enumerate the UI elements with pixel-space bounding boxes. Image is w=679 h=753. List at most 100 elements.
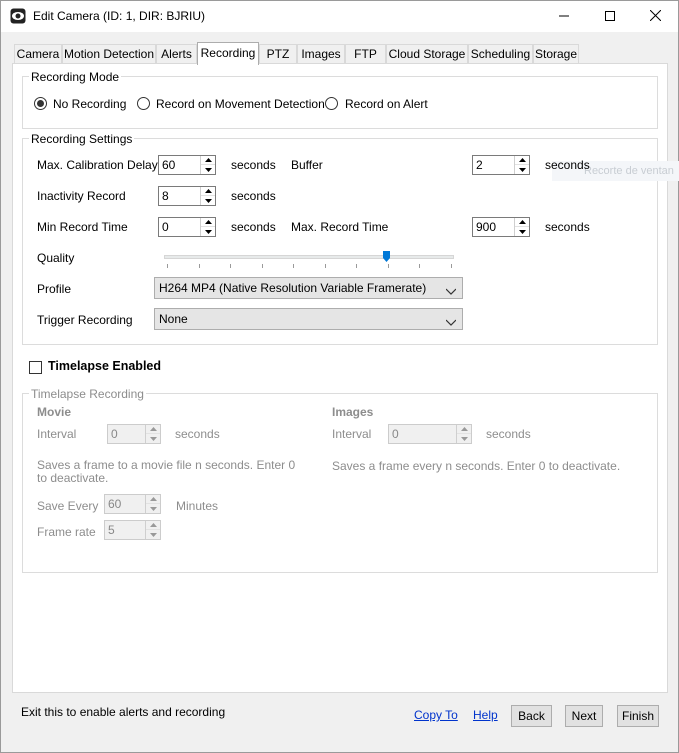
movie-interval-value: 0 [111, 427, 118, 441]
max-calibration-delay-spinner[interactable]: 60 [158, 155, 216, 175]
movie-interval-spinner[interactable]: 0 [107, 424, 161, 444]
tab-alerts[interactable]: Alerts [156, 44, 197, 64]
tab-camera[interactable]: Camera [14, 44, 62, 64]
quality-slider-tick [324, 264, 326, 268]
spin-down-icon[interactable] [201, 227, 215, 236]
title-bar[interactable]: Edit Camera (ID: 1, DIR: BJRIU) [1, 1, 678, 32]
chevron-down-icon [445, 315, 457, 329]
inactivity-record-spinner[interactable]: 8 [158, 186, 216, 206]
copy-to-link[interactable]: Copy To [414, 708, 458, 722]
profile-dropdown[interactable]: H264 MP4 (Native Resolution Variable Fra… [154, 277, 463, 299]
movie-heading: Movie [37, 405, 72, 419]
finish-button[interactable]: Finish [617, 705, 659, 727]
recording-settings-label: Recording Settings [29, 132, 135, 146]
spin-down-icon[interactable] [201, 196, 215, 205]
back-button[interactable]: Back [511, 705, 552, 727]
frame-rate-spinner[interactable]: 5 [104, 520, 161, 540]
buffer-spinner[interactable]: 2 [472, 155, 530, 175]
save-every-unit: Minutes [176, 499, 219, 513]
minimize-button[interactable] [541, 1, 587, 32]
radio-no-recording[interactable] [34, 97, 47, 110]
trigger-recording-value: None [159, 312, 188, 326]
buffer-value: 2 [476, 158, 483, 172]
quality-slider-tick [198, 264, 200, 268]
trigger-recording-dropdown[interactable]: None [154, 308, 463, 330]
spin-up-icon[interactable] [146, 521, 160, 530]
spinner-buttons [145, 425, 160, 443]
status-text: Exit this to enable alerts and recording [21, 705, 226, 719]
spin-down-icon[interactable] [515, 227, 529, 236]
quality-slider-thumb[interactable] [382, 251, 390, 262]
movie-help-text: Saves a frame to a movie file n seconds.… [37, 458, 296, 485]
radio-record-on-movement-label[interactable]: Record on Movement Detection [156, 97, 325, 111]
radio-record-on-alert-label[interactable]: Record on Alert [345, 97, 428, 111]
chevron-down-icon [445, 284, 457, 298]
tab-motion-detection[interactable]: Motion Detection [62, 44, 156, 64]
max-calibration-delay-value: 60 [162, 158, 176, 172]
images-help-text: Saves a frame every n seconds. Enter 0 t… [332, 459, 621, 473]
close-icon [649, 9, 661, 24]
movie-interval-label: Interval [37, 427, 77, 441]
quality-slider-tick [293, 264, 295, 268]
spin-up-icon[interactable] [146, 425, 160, 434]
profile-value: H264 MP4 (Native Resolution Variable Fra… [159, 281, 427, 295]
min-record-time-spinner[interactable]: 0 [158, 217, 216, 237]
max-record-time-label: Max. Record Time [291, 220, 389, 234]
window-title: Edit Camera (ID: 1, DIR: BJRIU) [33, 9, 206, 23]
quality-slider-tick [387, 264, 389, 268]
next-button[interactable]: Next [565, 705, 603, 727]
quality-slider[interactable] [161, 249, 457, 271]
timelapse-enabled-checkbox[interactable] [29, 361, 42, 374]
radio-record-on-movement[interactable] [137, 97, 150, 110]
tab-recording[interactable]: Recording [197, 42, 259, 65]
quality-slider-tick [451, 264, 452, 268]
spinner-buttons [514, 156, 529, 174]
edit-camera-window: Edit Camera (ID: 1, DIR: BJRIU) Camera M… [0, 0, 679, 753]
spin-up-icon[interactable] [201, 156, 215, 165]
images-heading: Images [332, 405, 374, 419]
spin-up-icon[interactable] [515, 156, 529, 165]
spin-down-icon[interactable] [515, 165, 529, 174]
spin-down-icon[interactable] [457, 434, 471, 443]
buffer-unit: seconds [545, 158, 590, 172]
quality-slider-tick [261, 264, 263, 268]
quality-slider-tick [356, 264, 358, 268]
spin-up-icon[interactable] [201, 187, 215, 196]
buffer-label: Buffer [291, 158, 323, 172]
minimize-icon [559, 10, 569, 24]
quality-label: Quality [37, 251, 75, 265]
timelapse-recording-label: Timelapse Recording [29, 387, 146, 401]
help-link[interactable]: Help [473, 708, 498, 722]
tab-ptz[interactable]: PTZ [259, 44, 297, 64]
tab-storage[interactable]: Storage [533, 44, 579, 64]
radio-no-recording-label[interactable]: No Recording [53, 97, 126, 111]
spin-up-icon[interactable] [515, 218, 529, 227]
spinner-buttons [200, 187, 215, 205]
close-button[interactable] [632, 1, 678, 32]
max-record-time-unit: seconds [545, 220, 590, 234]
images-interval-spinner[interactable]: 0 [388, 424, 472, 444]
tab-images[interactable]: Images [297, 44, 345, 64]
max-record-time-spinner[interactable]: 900 [472, 217, 530, 237]
spin-down-icon[interactable] [146, 530, 160, 539]
max-calibration-delay-label: Max. Calibration Delay [37, 158, 158, 172]
spin-up-icon[interactable] [146, 495, 160, 504]
spin-down-icon[interactable] [146, 434, 160, 443]
min-record-time-value: 0 [162, 220, 169, 234]
quality-slider-tick [167, 264, 168, 268]
radio-record-on-alert[interactable] [325, 97, 338, 110]
spinner-buttons [145, 495, 160, 513]
tab-ftp[interactable]: FTP [345, 44, 386, 64]
max-record-time-value: 900 [476, 220, 497, 234]
save-every-spinner[interactable]: 60 [104, 494, 161, 514]
maximize-button[interactable] [587, 1, 633, 32]
timelapse-enabled-label[interactable]: Timelapse Enabled [48, 359, 161, 373]
spin-down-icon[interactable] [146, 504, 160, 513]
tab-scheduling[interactable]: Scheduling [468, 44, 533, 64]
spin-down-icon[interactable] [201, 165, 215, 174]
spinner-buttons [456, 425, 471, 443]
maximize-icon [605, 10, 615, 24]
tab-cloud-storage[interactable]: Cloud Storage [386, 44, 468, 64]
spin-up-icon[interactable] [457, 425, 471, 434]
spin-up-icon[interactable] [201, 218, 215, 227]
